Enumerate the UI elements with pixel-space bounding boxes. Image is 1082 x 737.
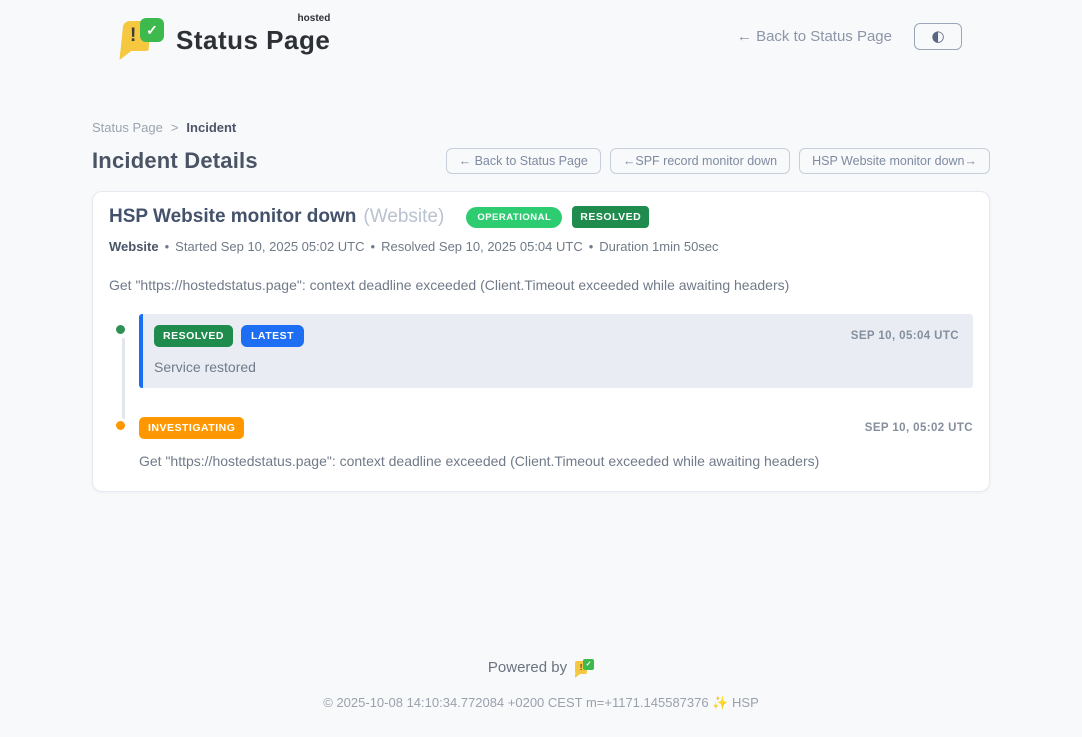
timeline-badges: RESOLVED LATEST (154, 325, 304, 347)
timeline-message: Service restored (154, 359, 959, 375)
latest-badge: LATEST (241, 325, 304, 347)
meta-resolved: Resolved Sep 10, 2025 05:04 UTC (381, 239, 583, 254)
statuspage-mini-logo-icon[interactable]: ! ✓ (575, 658, 594, 677)
statuspage-logo-icon: ! ✓ (120, 14, 166, 58)
page-footer: Powered by ! ✓ © 2025-10-08 14:10:34.772… (0, 658, 1082, 737)
meta-bullet: • (371, 239, 376, 254)
timeline-dot-column (109, 314, 139, 388)
brand-logo[interactable]: ! ✓ Status Page hosted (120, 14, 330, 58)
resolved-dot-icon (113, 322, 128, 337)
timeline-message: Get "https://hostedstatus.page": context… (139, 453, 973, 469)
timeline-entry-investigating: INVESTIGATING SEP 10, 05:02 UTC Get "htt… (109, 417, 973, 469)
resolved-badge: RESOLVED (154, 325, 233, 347)
theme-toggle-button[interactable]: ◐ (914, 23, 962, 50)
meta-bullet: • (165, 239, 170, 254)
page-title: Incident Details (92, 148, 258, 174)
meta-duration: Duration 1min 50sec (599, 239, 718, 254)
investigating-badge: INVESTIGATING (139, 417, 244, 439)
incident-card: HSP Website monitor down (Website) OPERA… (92, 191, 990, 492)
timeline-timestamp: SEP 10, 05:04 UTC (851, 330, 959, 342)
incident-timeline: RESOLVED LATEST SEP 10, 05:04 UTC Servic… (109, 314, 973, 469)
incident-component: (Website) (363, 206, 444, 228)
incident-nav-buttons: ← Back to Status Page ←SPF record monito… (446, 148, 990, 174)
resolved-badge: RESOLVED (572, 206, 649, 228)
timeline-entry-resolved: RESOLVED LATEST SEP 10, 05:04 UTC Servic… (109, 314, 973, 388)
incident-meta: Website • Started Sep 10, 2025 05:02 UTC… (109, 239, 973, 254)
header-actions: ← Back to Status Page ◐ (737, 23, 962, 50)
powered-by: Powered by ! ✓ (0, 658, 1082, 677)
breadcrumb-root[interactable]: Status Page (92, 120, 163, 135)
timeline-entry-header: RESOLVED LATEST SEP 10, 05:04 UTC (154, 325, 959, 347)
next-incident-button[interactable]: HSP Website monitor down→ (799, 148, 990, 174)
incident-description: Get "https://hostedstatus.page": context… (109, 277, 973, 293)
brand-superscript: hosted (298, 13, 331, 24)
half-circle-icon: ◐ (931, 29, 944, 44)
copyright-text: © 2025-10-08 14:10:34.772084 +0200 CEST … (0, 695, 1082, 711)
checkmark-icon: ✓ (140, 18, 164, 42)
incident-title: HSP Website monitor down (109, 206, 356, 228)
main-content: Status Page > Incident Incident Details … (92, 120, 990, 492)
breadcrumb-separator: > (171, 120, 179, 135)
timeline-entry-box: RESOLVED LATEST SEP 10, 05:04 UTC Servic… (139, 314, 973, 388)
timeline-entry-content: INVESTIGATING SEP 10, 05:02 UTC Get "htt… (139, 417, 973, 469)
timeline-entry-header: INVESTIGATING SEP 10, 05:02 UTC (139, 417, 973, 439)
investigating-dot-icon (113, 418, 128, 433)
operational-badge: OPERATIONAL (466, 207, 562, 228)
brand-name: Status Page hosted (176, 17, 330, 56)
top-bar: ! ✓ Status Page hosted ← Back to Status … (0, 0, 1082, 58)
incident-title-row: HSP Website monitor down (Website) OPERA… (109, 206, 973, 228)
meta-bullet: • (589, 239, 594, 254)
header-back-link[interactable]: ← Back to Status Page (737, 28, 892, 45)
title-row: Incident Details ← Back to Status Page ←… (92, 148, 990, 174)
breadcrumb-current: Incident (186, 120, 236, 135)
prev-incident-button[interactable]: ←SPF record monitor down (610, 148, 790, 174)
meta-component: Website (109, 239, 159, 254)
breadcrumb: Status Page > Incident (92, 120, 990, 135)
checkmark-icon: ✓ (583, 659, 594, 670)
timeline-badges: INVESTIGATING (139, 417, 244, 439)
meta-started: Started Sep 10, 2025 05:02 UTC (175, 239, 364, 254)
timeline-dot-column (109, 417, 139, 469)
back-to-status-page-button[interactable]: ← Back to Status Page (446, 148, 601, 174)
timeline-timestamp: SEP 10, 05:02 UTC (865, 422, 973, 434)
